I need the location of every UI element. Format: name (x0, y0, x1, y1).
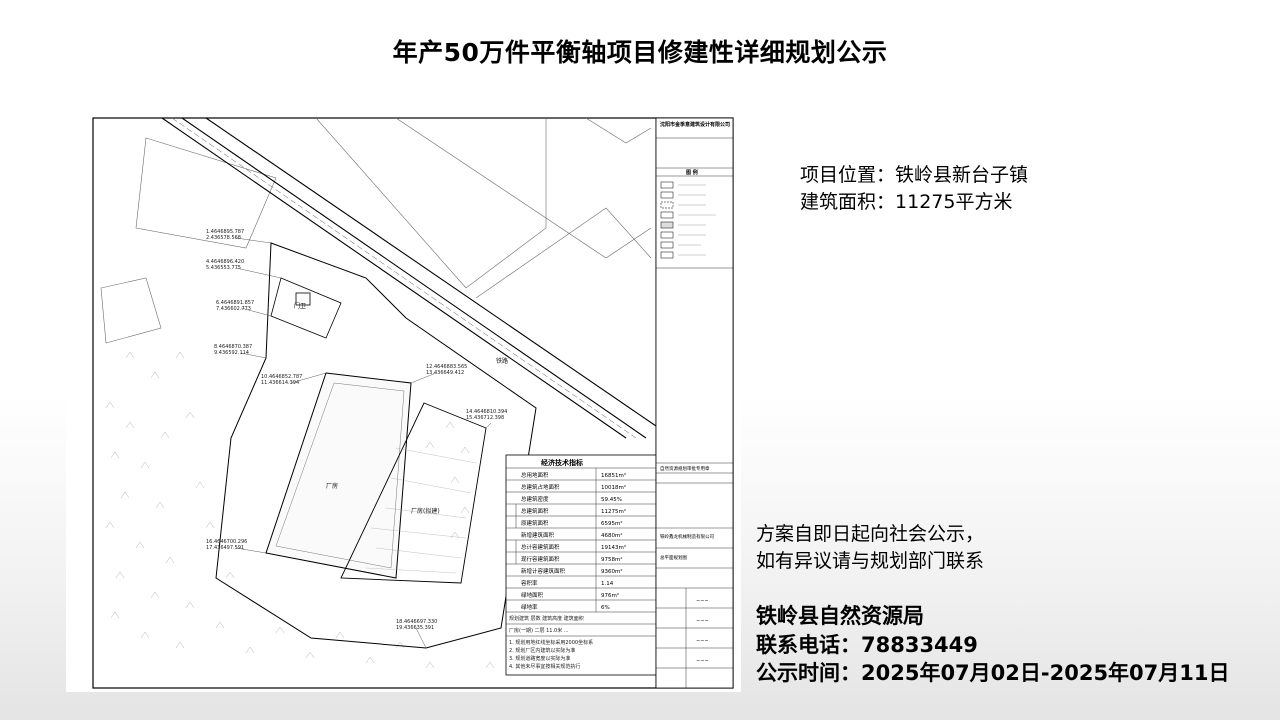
public-notice: 方案自即日起向社会公示， 如有异议请与规划部门联系 (756, 521, 984, 575)
svg-text:门卫: 门卫 (294, 302, 306, 310)
area-label: 建筑面积： (800, 191, 896, 213)
drawing-name: 总平面规划图 (660, 554, 687, 561)
project-info: 项目位置：铁岭县新台子镇 建筑面积：11275平方米 (800, 162, 1028, 216)
svg-text:15.436712.398: 15.436712.398 (466, 415, 504, 421)
svg-text:4. 其他未尽事宜按相关规范执行: 4. 其他未尽事宜按相关规范执行 (509, 663, 580, 670)
plan-row-label: 容积率 (521, 579, 538, 587)
svg-text:5.436553.775: 5.436553.775 (206, 265, 241, 271)
site-plan-drawing: 1.4646895.787 2.436578.568 4.4646896.420… (66, 108, 741, 692)
svg-text:13.436649.412: 13.436649.412 (426, 370, 464, 376)
svg-text:规划建筑 层数 建筑高度 建筑面积: 规划建筑 层数 建筑高度 建筑面积 (509, 615, 584, 622)
phone-label: 联系电话： (756, 632, 861, 657)
plan-row-value: 19143m² (601, 544, 626, 551)
plan-row-value: 10018m² (601, 484, 626, 491)
drawing-title-block: 沈阳市金季意建筑设计有限公司 图 例 自然资源规划审批专用章 铁岭鑫龙机械制造有… (655, 117, 734, 689)
plan-row-value: 1.14 (601, 581, 614, 587)
plan-row-value: 59.45% (601, 497, 622, 503)
company-name: 沈阳市金季意建筑设计有限公司 (660, 121, 730, 128)
agency-name: 铁岭县自然资源局 (756, 604, 924, 628)
phone-value: 78833449 (861, 632, 978, 657)
page-title: 年产50万件平衡轴项目修建性详细规划公示 (392, 38, 888, 67)
plan-row-label: 原建筑面积 (521, 519, 549, 527)
svg-text:2. 规划厂区内建筑以实际为准: 2. 规划厂区内建筑以实际为准 (509, 647, 575, 654)
area-value: 11275平方米 (895, 191, 1013, 213)
svg-text:厂房(拟建): 厂房(拟建) (411, 507, 440, 515)
svg-text:厂房: 厂房 (326, 482, 338, 490)
period-value: 2025年07月02日-2025年07月11日 (861, 661, 1230, 685)
svg-text:铁路: 铁路 (496, 357, 508, 365)
location-value: 铁岭县新台子镇 (895, 164, 1029, 186)
notice-line-1: 方案自即日起向社会公示， (756, 523, 985, 545)
plan-row-label: 总建筑面积 (521, 507, 549, 515)
svg-text:17.436497.591: 17.436497.591 (206, 545, 244, 551)
plan-row-label: 新增建筑面积 (521, 531, 555, 539)
plan-row-value: 6595m² (601, 520, 623, 527)
legend-title: 图 例 (686, 169, 698, 176)
plan-indicator-table: 经济技术指标 总用地面积 16851m² 总建筑占地面积 10018m² 总建筑密度 59… (505, 454, 657, 676)
plan-row-value: 6% (601, 605, 610, 611)
svg-text:11.436614.394: 11.436614.394 (261, 380, 299, 386)
svg-text:厂房(一期) 二层 11.0米 ...: 厂房(一期) 二层 11.0米 ... (509, 627, 569, 634)
plan-row-value: 9360m² (601, 568, 623, 575)
location-label: 项目位置： (800, 164, 896, 186)
period-label: 公示时间： (756, 661, 861, 685)
approval-stamp-label: 自然资源规划审批专用章 (660, 465, 710, 472)
plan-row-label: 新增计容建筑面积 (521, 567, 566, 575)
svg-text:~~~: ~~~ (696, 658, 709, 664)
plan-row-label: 总计容建筑面积 (521, 543, 560, 551)
plan-row-label: 现行容建筑面积 (521, 555, 560, 563)
svg-text:~~~: ~~~ (696, 618, 709, 624)
plan-row-label: 总建筑占地面积 (521, 483, 560, 491)
svg-text:~~~: ~~~ (696, 638, 709, 644)
plan-row-label: 绿地率 (521, 603, 538, 611)
plan-row-label: 总用地面积 (521, 471, 549, 479)
plan-row-label: 总建筑密度 (521, 495, 549, 503)
plan-row-value: 11275m² (601, 508, 626, 515)
client-name: 铁岭鑫龙机械制造有限公司 (660, 533, 714, 540)
svg-text:19.436635.391: 19.436635.391 (396, 625, 434, 631)
svg-text:~~~: ~~~ (696, 598, 709, 604)
plan-row-value: 4680m² (601, 532, 623, 539)
svg-text:1. 规划用地红线坐标采用2000坐标系: 1. 规划用地红线坐标采用2000坐标系 (509, 639, 593, 646)
notice-line-2: 如有异议请与规划部门联系 (756, 550, 985, 572)
plan-row-value: 16851m² (601, 472, 626, 479)
svg-text:3. 规划道路宽度以实际为准: 3. 规划道路宽度以实际为准 (509, 655, 570, 662)
agency-contact: 铁岭县自然资源局 联系电话：78833449 公示时间：2025年07月02日-… (756, 602, 1230, 688)
plan-row-label: 绿地面积 (521, 591, 544, 599)
svg-text:9.436592.114: 9.436592.114 (214, 350, 249, 356)
plan-table-title: 经济技术指标 (541, 458, 583, 467)
plan-row-value: 976m² (601, 592, 619, 599)
svg-text:7.436602.773: 7.436602.773 (216, 306, 251, 312)
plan-row-value: 9758m² (601, 556, 623, 563)
svg-text:2.436578.568: 2.436578.568 (206, 235, 241, 241)
